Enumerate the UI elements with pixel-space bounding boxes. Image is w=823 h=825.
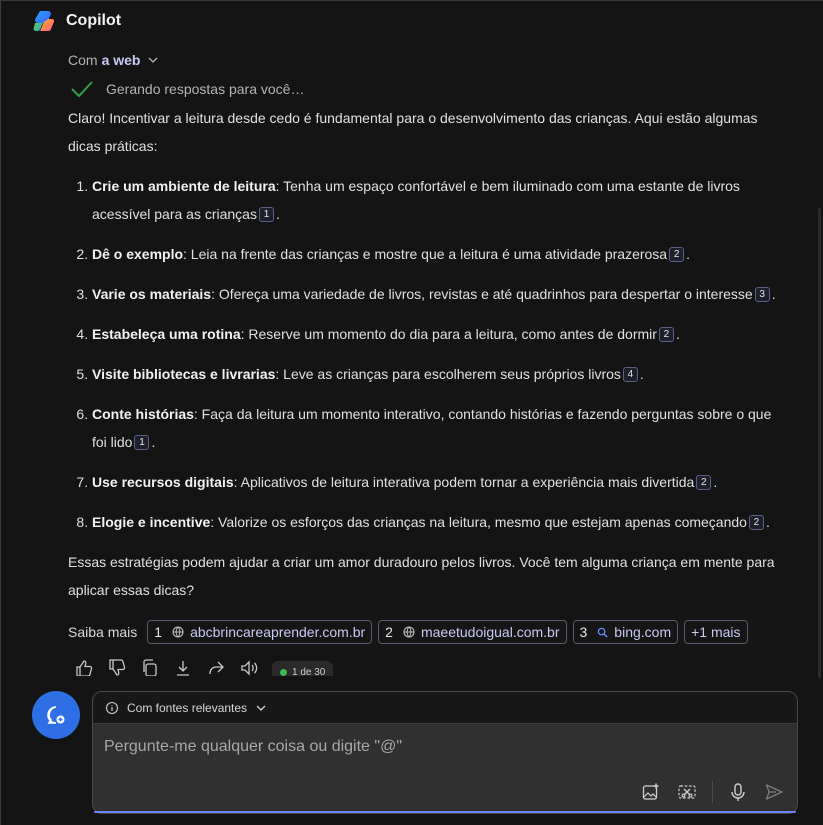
source-domain: abcbrincareaprender.com.br (190, 624, 366, 640)
item-title: Varie os materiais (92, 286, 212, 302)
citation-badge[interactable]: 2 (748, 515, 764, 530)
tips-list: Crie um ambiente de leitura: Tenha um es… (68, 172, 788, 536)
pager-text: 1 de 30 (292, 666, 326, 677)
list-item: Visite bibliotecas e livrarias: Leve as … (92, 360, 788, 388)
scope-label: Com fontes relevantes (127, 700, 248, 715)
response-actions: 1 de 30 (74, 658, 794, 676)
item-end: . (151, 434, 156, 450)
chat-composer: Com fontes relevantes (92, 691, 798, 814)
scope-selector[interactable]: Com fontes relevantes (93, 692, 797, 724)
item-end: . (686, 246, 690, 262)
mode-value: a web (101, 52, 141, 68)
list-item: Estabeleça uma rotina: Reserve um moment… (92, 320, 788, 348)
sources-label: Saiba mais (68, 624, 138, 640)
globe-icon (403, 626, 415, 638)
item-end: . (639, 366, 644, 382)
list-item: Dê o exemplo: Leia na frente das criança… (92, 240, 788, 268)
copilot-logo-icon (32, 9, 56, 33)
list-item: Crie um ambiente de leitura: Tenha um es… (92, 172, 788, 228)
item-end: . (675, 326, 680, 342)
item-end: . (771, 286, 776, 302)
scrollbar[interactable] (818, 208, 821, 678)
item-text: : Leve as crianças para escolherem seus … (275, 366, 621, 382)
screenshot-button[interactable] (676, 781, 698, 803)
microphone-button[interactable] (727, 781, 749, 803)
send-icon (765, 784, 783, 800)
mode-prefix: Com (68, 52, 98, 68)
item-text: : Faça da leitura um momento interativo,… (92, 406, 772, 450)
citation-badge[interactable]: 2 (669, 247, 685, 262)
item-title: Conte histórias (92, 406, 194, 422)
list-item: Elogie e incentive: Valorize os esforços… (92, 508, 788, 536)
citation-badge[interactable]: 2 (696, 475, 712, 490)
citation-badge[interactable]: 2 (658, 327, 674, 342)
source-number: 1 (154, 624, 163, 640)
chevron-down-icon (149, 57, 158, 63)
status-text: Gerando respostas para você… (106, 81, 305, 97)
item-title: Estabeleça uma rotina (92, 326, 241, 342)
response-pager: 1 de 30 (272, 661, 334, 677)
list-item: Varie os materiais: Ofereça uma variedad… (92, 280, 788, 308)
search-mode-selector[interactable]: Com a web (68, 52, 159, 68)
send-button[interactable] (763, 781, 785, 803)
item-title: Use recursos digitais (92, 474, 234, 490)
item-end: . (713, 474, 718, 490)
item-title: Crie um ambiente de leitura (92, 178, 276, 194)
more-sources-button[interactable]: +1 mais (684, 620, 748, 644)
composer-tools (640, 781, 785, 803)
screenshot-icon (678, 785, 696, 799)
checkmark-icon (71, 81, 93, 98)
citation-badge[interactable]: 3 (754, 287, 770, 302)
new-chat-icon (47, 706, 65, 724)
list-item: Conte histórias: Faça da leitura um mome… (92, 400, 788, 456)
search-icon (598, 627, 608, 638)
citation-badge[interactable]: 1 (134, 435, 150, 450)
app-header: Copilot (32, 8, 121, 34)
source-domain: maeetudoigual.com.br (420, 624, 560, 640)
source-link-2[interactable]: 2 maeetudoigual.com.br (378, 620, 567, 644)
app-title: Copilot (66, 12, 122, 29)
item-title: Visite bibliotecas e livrarias (92, 366, 276, 382)
item-title: Elogie e incentive (92, 514, 211, 530)
source-link-3[interactable]: 3 bing.com (572, 620, 679, 644)
toolbar-divider (712, 781, 713, 803)
item-end: . (275, 206, 280, 222)
microphone-icon (731, 783, 745, 801)
item-text: : Valorize os esforços das crianças na l… (210, 514, 747, 530)
item-text: : Aplicativos de leitura interativa pode… (233, 474, 695, 490)
new-topic-button[interactable] (32, 691, 80, 739)
generation-status: Gerando respostas para você… (70, 80, 304, 98)
list-item: Use recursos digitais: Aplicativos de le… (92, 468, 788, 496)
read-aloud-icon[interactable] (239, 658, 259, 676)
status-dot (280, 668, 287, 676)
add-image-button[interactable] (640, 781, 662, 803)
citation-badge[interactable]: 1 (258, 207, 274, 222)
chevron-down-icon (256, 705, 266, 711)
info-icon (105, 701, 119, 714)
globe-icon (172, 626, 184, 638)
answer-outro: Essas estratégias podem ajudar a criar u… (68, 554, 775, 598)
copy-icon[interactable] (140, 658, 160, 676)
item-text: : Reserve um momento do dia para a leitu… (240, 326, 657, 342)
answer-body: Claro! Incentivar a leitura desde cedo é… (68, 104, 788, 616)
item-end: . (765, 514, 770, 530)
item-title: Dê o exemplo (92, 246, 184, 262)
prompt-input[interactable] (104, 738, 704, 756)
thumbs-down-icon[interactable] (107, 658, 127, 676)
learn-more-sources: Saiba mais 1 abcbrincareaprender.com.br … (68, 620, 748, 644)
add-image-icon (642, 783, 659, 800)
item-text: : Ofereça uma variedade de livros, revis… (211, 286, 753, 302)
citation-badge[interactable]: 4 (622, 367, 638, 382)
source-domain: bing.com (614, 624, 672, 640)
download-icon[interactable] (173, 658, 193, 676)
source-number: 2 (385, 624, 393, 640)
source-number: 3 (579, 624, 588, 640)
thumbs-up-icon[interactable] (74, 658, 94, 676)
share-icon[interactable] (206, 658, 226, 676)
input-focus-underline (94, 811, 796, 813)
source-link-1[interactable]: 1 abcbrincareaprender.com.br (147, 620, 373, 644)
answer-intro: Claro! Incentivar a leitura desde cedo é… (68, 110, 758, 154)
item-text: : Leia na frente das crianças e mostre q… (183, 246, 668, 262)
